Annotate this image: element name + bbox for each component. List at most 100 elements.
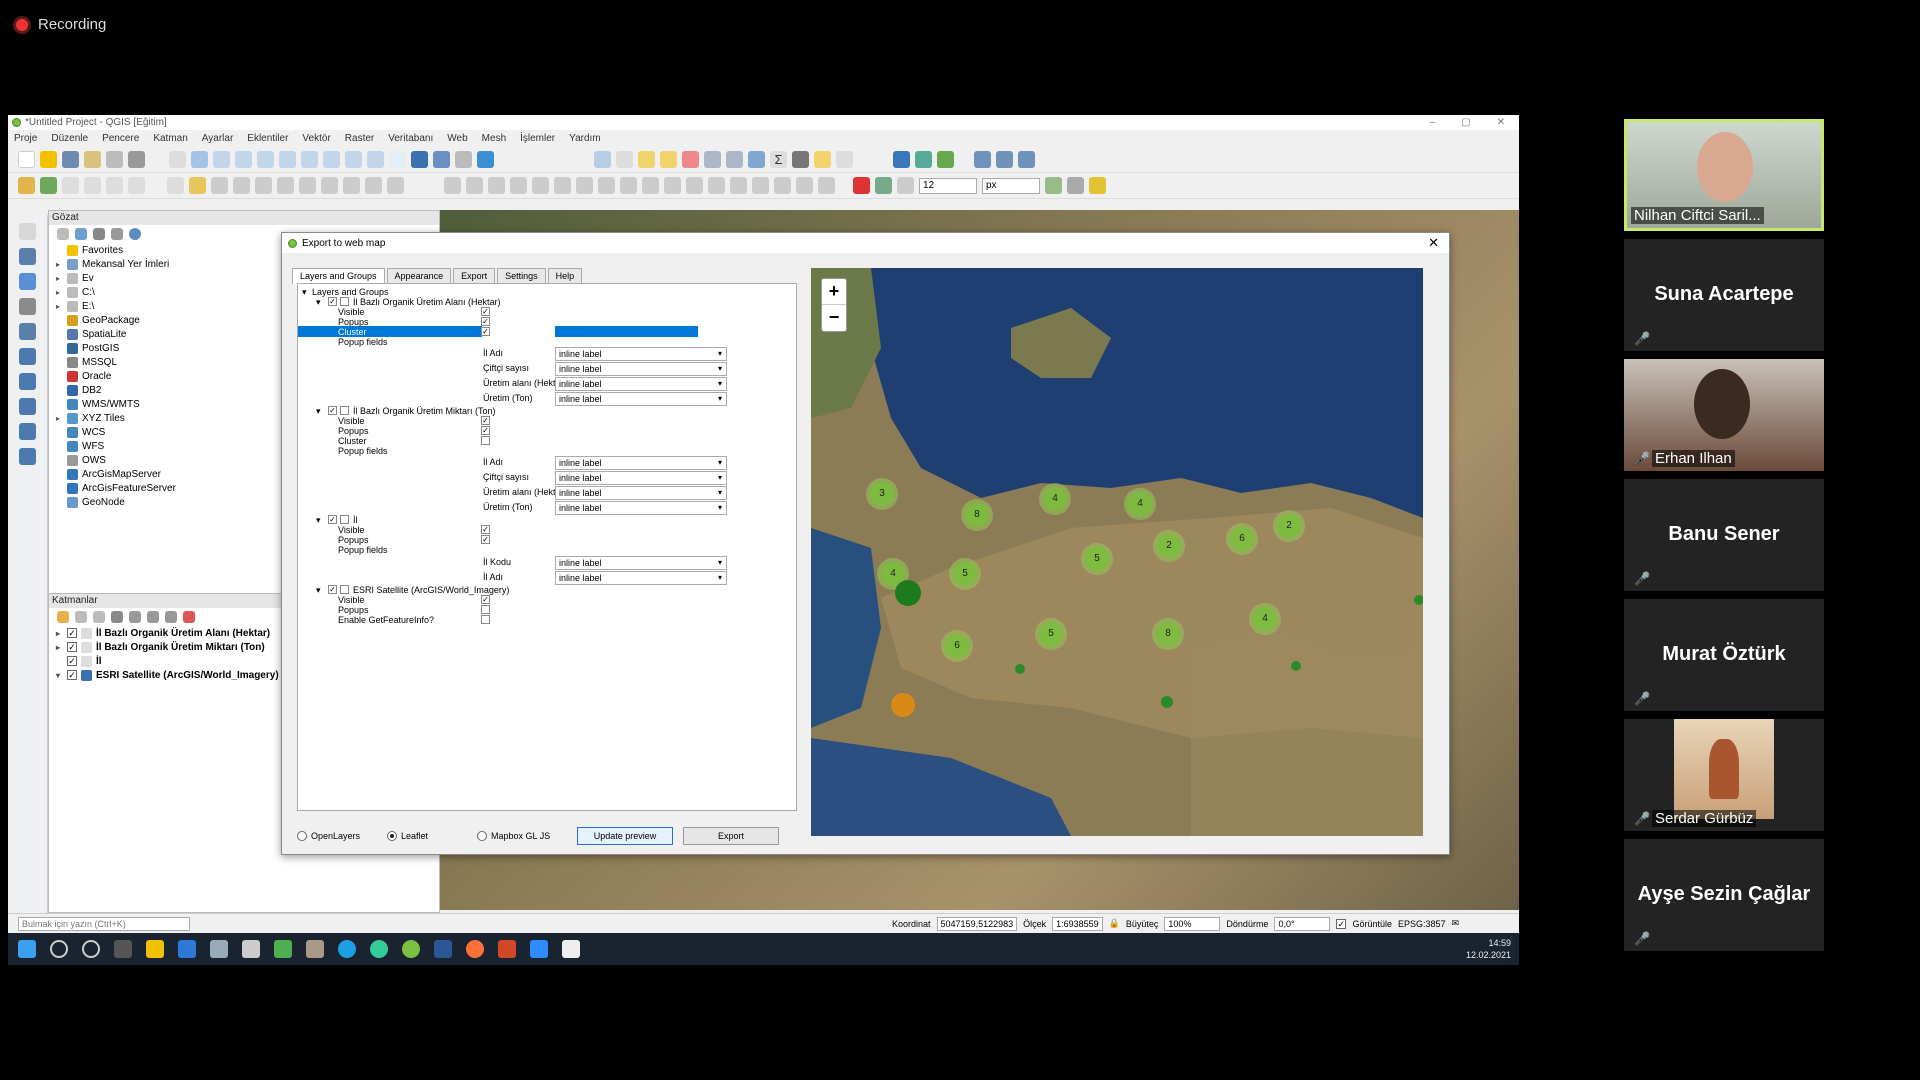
new-geopackage-icon[interactable] — [40, 177, 57, 194]
delete-selected-icon[interactable] — [277, 177, 294, 194]
expand-arrow-icon[interactable]: ▸ — [53, 414, 63, 423]
measure-icon[interactable] — [792, 151, 809, 168]
popup-field-select[interactable]: inline label — [555, 571, 727, 585]
zoom-last-icon[interactable] — [345, 151, 362, 168]
field-calculator-icon[interactable] — [726, 151, 743, 168]
group-checkbox[interactable]: ✓ — [328, 297, 337, 306]
digitizing-icon-17[interactable] — [796, 177, 813, 194]
participant-tile[interactable]: Nilhan Ciftci Saril... — [1624, 119, 1824, 231]
expand-arrow-icon[interactable]: ▸ — [53, 302, 63, 311]
settings-icon[interactable] — [242, 940, 260, 958]
participant-tile[interactable]: Banu Sener 🎤 — [1624, 479, 1824, 591]
layer-visibility-checkbox[interactable]: ✓ — [67, 628, 77, 638]
group-checkbox[interactable]: ✓ — [328, 585, 337, 594]
digitizing-icon-4[interactable] — [510, 177, 527, 194]
new-map-view-icon[interactable] — [389, 151, 406, 168]
digitizing-icon-13[interactable] — [708, 177, 725, 194]
mail-icon[interactable] — [178, 940, 196, 958]
app-icon-1[interactable] — [210, 940, 228, 958]
group-collapse-icon[interactable]: ▾ — [316, 296, 321, 308]
tolerance-unit-select[interactable]: px — [982, 177, 1040, 194]
group-secondary-checkbox[interactable] — [340, 585, 349, 594]
temporal-controller-icon[interactable] — [455, 151, 472, 168]
menu-item[interactable]: Proje — [14, 133, 37, 144]
intersection-icon[interactable] — [1067, 177, 1084, 194]
skype-icon[interactable] — [338, 940, 356, 958]
coordinate-input[interactable]: 5047159,5122983 — [936, 916, 1018, 931]
cluster-marker[interactable]: 6 — [941, 630, 973, 662]
tab-export[interactable]: Export — [453, 268, 496, 284]
zoom-out-icon[interactable] — [235, 151, 252, 168]
georeferencer-icon[interactable] — [915, 151, 932, 168]
group-collapse-icon[interactable]: ▾ — [316, 584, 321, 596]
save-edits-icon[interactable] — [211, 177, 228, 194]
new-spatialite-icon[interactable] — [84, 177, 101, 194]
popup-field-select[interactable]: inline label — [555, 471, 727, 485]
snapping-mode-icon[interactable] — [875, 177, 892, 194]
zoom-in-icon[interactable] — [213, 151, 230, 168]
vertex-tool-icon[interactable] — [255, 177, 272, 194]
add-wfs-icon[interactable] — [19, 423, 36, 440]
print-layout-icon[interactable] — [84, 151, 101, 168]
add-wcs-icon[interactable] — [19, 398, 36, 415]
web-icon-3[interactable] — [1018, 151, 1035, 168]
radio-leaflet[interactable]: Leaflet — [387, 831, 467, 842]
style-manager-icon[interactable] — [128, 151, 145, 168]
document-icon[interactable] — [562, 940, 580, 958]
cluster-marker[interactable]: 4 — [1124, 488, 1156, 520]
tab-settings[interactable]: Settings — [497, 268, 546, 284]
digitizing-icon-10[interactable] — [642, 177, 659, 194]
expand-arrow-icon[interactable]: ▸ — [53, 260, 63, 269]
topology-icon[interactable] — [1045, 177, 1062, 194]
tolerance-input[interactable]: 12 — [919, 177, 977, 194]
close-icon[interactable]: ✕ — [1497, 117, 1505, 128]
menu-item[interactable]: Yardım — [569, 133, 601, 144]
digitizing-icon-18[interactable] — [818, 177, 835, 194]
participant-tile[interactable]: Erhan Ilhan 🎤 — [1624, 359, 1824, 471]
participant-tile[interactable]: Suna Acartepe 🎤 — [1624, 239, 1824, 351]
digitizing-icon-5[interactable] — [532, 177, 549, 194]
add-vector-icon[interactable] — [19, 223, 36, 240]
pan-icon[interactable] — [169, 151, 186, 168]
tab-layers-and-groups[interactable]: Layers and Groups — [292, 268, 385, 284]
participant-tile[interactable]: Serdar Gürbüz 🎤 — [1624, 719, 1824, 831]
expand-all-icon[interactable] — [147, 611, 159, 623]
popup-field-select[interactable]: inline label — [555, 377, 727, 391]
deselect-icon[interactable] — [682, 151, 699, 168]
visible-checkbox[interactable]: ✓ — [481, 525, 490, 534]
visible-checkbox[interactable]: ✓ — [481, 416, 490, 425]
filter-expression-icon[interactable] — [129, 611, 141, 623]
menu-item[interactable]: Web — [447, 133, 467, 144]
cluster-marker[interactable]: 4 — [1039, 483, 1071, 515]
run-action-icon[interactable] — [616, 151, 633, 168]
messages-icon[interactable]: ✉ — [1452, 918, 1460, 929]
collapse-layers-icon[interactable] — [165, 611, 177, 623]
remove-layer-icon[interactable] — [183, 611, 195, 623]
map-preview[interactable]: + − 38442264555864 — [811, 268, 1423, 836]
radio-openlayers[interactable]: OpenLayers — [297, 831, 377, 842]
search-icon[interactable] — [50, 940, 68, 958]
tab-help[interactable]: Help — [547, 268, 583, 284]
digitizing-icon-14[interactable] — [730, 177, 747, 194]
digitizing-icon-8[interactable] — [598, 177, 615, 194]
digitizing-icon-11[interactable] — [664, 177, 681, 194]
web-icon-2[interactable] — [996, 151, 1013, 168]
cluster-marker[interactable]: 2 — [1273, 510, 1305, 542]
word-icon[interactable] — [434, 940, 452, 958]
show-bookmarks-icon[interactable] — [433, 151, 450, 168]
point-marker[interactable] — [895, 580, 921, 606]
participant-tile[interactable]: Ayşe Sezin Çağlar 🎤 — [1624, 839, 1824, 951]
popup-field-select[interactable]: inline label — [555, 501, 727, 515]
popups-checkbox[interactable] — [481, 605, 490, 614]
filter-icon[interactable] — [93, 228, 105, 240]
digitizing-icon-16[interactable] — [774, 177, 791, 194]
open-project-icon[interactable] — [40, 151, 57, 168]
powerpoint-icon[interactable] — [498, 940, 516, 958]
getfeatureinfo-checkbox[interactable] — [481, 615, 490, 624]
zoom-next-icon[interactable] — [367, 151, 384, 168]
start-icon[interactable] — [18, 940, 36, 958]
layer-styling-icon[interactable] — [57, 611, 69, 623]
add-delimited-icon[interactable] — [19, 298, 36, 315]
digitizing-icon-9[interactable] — [620, 177, 637, 194]
cluster-checkbox[interactable]: ✓ — [481, 327, 490, 336]
